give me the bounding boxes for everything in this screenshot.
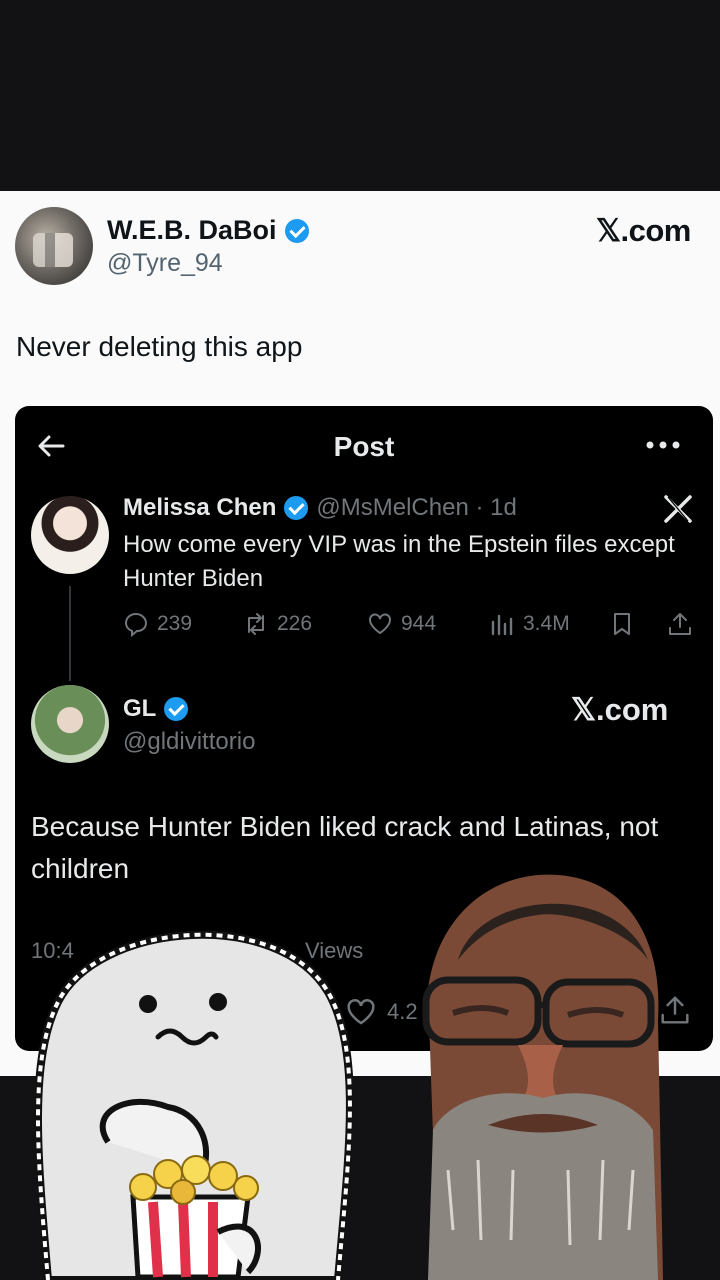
verified-icon: [284, 496, 309, 520]
like-icon: [369, 613, 391, 635]
reply-author-name[interactable]: GL: [123, 695, 156, 723]
quoted-author-avatar[interactable]: [31, 496, 109, 574]
x-logo-icon: [664, 495, 692, 523]
reply-author-name-row[interactable]: GL: [123, 695, 189, 723]
like-button[interactable]: 944: [367, 611, 436, 637]
outer-author-handle[interactable]: @Tyre_94: [107, 249, 223, 278]
embedded-header-title: Post: [333, 431, 395, 462]
outer-post-text: Never deleting this app: [16, 331, 303, 362]
more-icon[interactable]: [644, 436, 682, 454]
quoted-post-text: How come every VIP was in the Epstein fi…: [123, 531, 675, 592]
reply-like-count: 4.2: [387, 999, 418, 1024]
popcorn-sticker-image: [34, 930, 354, 1280]
repost-icon: [248, 613, 264, 635]
like-count: 944: [401, 612, 437, 635]
person-cutout-image: [422, 874, 663, 1280]
quoted-handle-time[interactable]: @MsMelChen · 1d: [316, 494, 516, 522]
repost-button[interactable]: 226: [243, 611, 312, 637]
verified-icon: [284, 218, 309, 243]
reply-author-avatar[interactable]: [31, 685, 109, 763]
outer-author-name[interactable]: W.E.B. DaBoi: [107, 215, 277, 246]
outer-brand-label: 𝕏.com: [596, 213, 691, 248]
share-icon[interactable]: [659, 994, 691, 1026]
reply-brand-label: 𝕏.com: [571, 692, 669, 727]
reply-button[interactable]: 239: [123, 611, 192, 637]
outer-author-avatar[interactable]: [15, 207, 93, 285]
views-icon: [491, 614, 513, 636]
outer-author-name-row[interactable]: W.E.B. DaBoi: [107, 215, 309, 246]
repost-count: 226: [277, 612, 313, 635]
reply-author-handle[interactable]: @gldivittorio: [123, 728, 255, 756]
reply-icon: [124, 612, 148, 637]
quoted-author-row: Melissa Chen @MsMelChen · 1d: [123, 494, 517, 522]
top-black-bar: [0, 0, 720, 191]
verified-icon: [164, 697, 189, 721]
thread-line: [69, 586, 71, 681]
reply-count: 239: [157, 612, 193, 635]
views-count: 3.4M: [523, 612, 570, 635]
quoted-author-name[interactable]: Melissa Chen: [123, 494, 276, 522]
share-icon[interactable]: [667, 611, 693, 637]
bookmark-icon[interactable]: [609, 611, 635, 637]
views-button[interactable]: 3.4M: [489, 611, 570, 637]
quoted-action-bar: 239 226 944 3.4M: [123, 611, 695, 641]
